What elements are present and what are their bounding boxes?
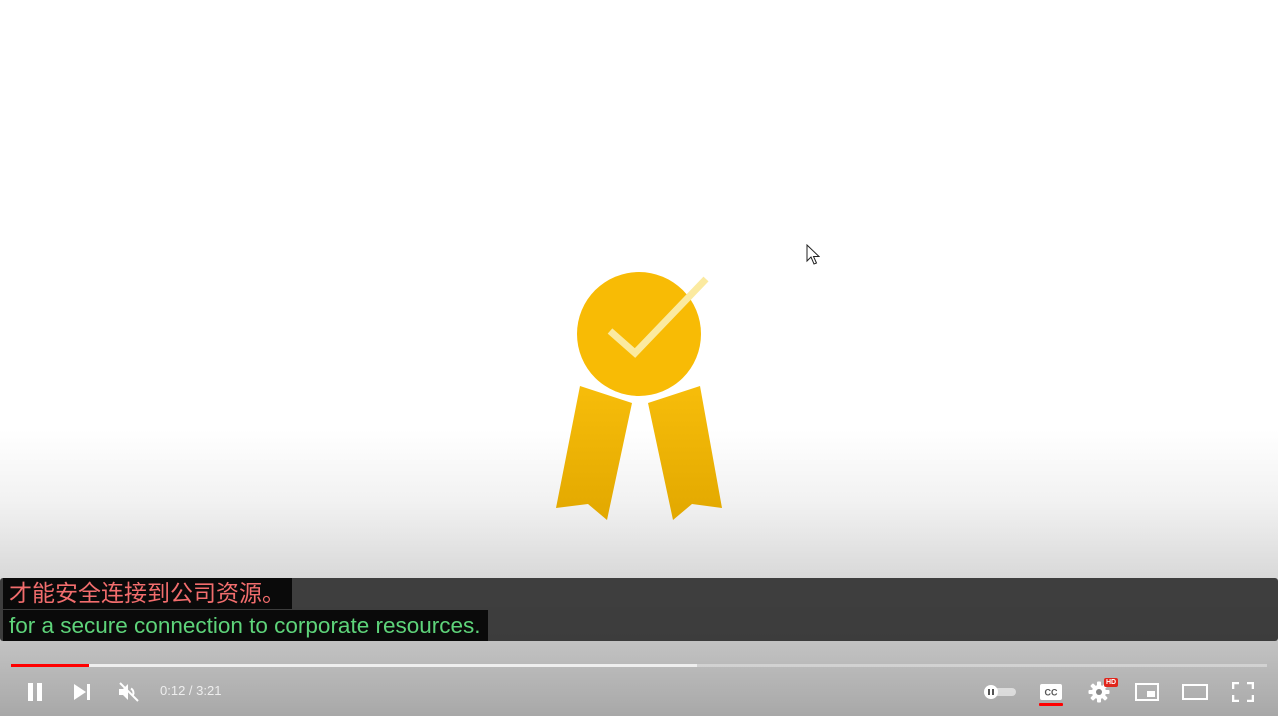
miniplayer-icon xyxy=(1135,683,1159,701)
fullscreen-icon xyxy=(1232,682,1254,702)
pause-button[interactable] xyxy=(17,678,53,706)
miniplayer-button[interactable] xyxy=(1129,678,1165,706)
autoplay-toggle[interactable] xyxy=(980,678,1020,706)
next-button[interactable] xyxy=(64,678,100,706)
next-icon xyxy=(74,684,90,700)
mute-button[interactable] xyxy=(111,678,147,706)
award-ribbon-icon xyxy=(556,268,722,520)
pause-icon xyxy=(28,683,42,701)
autoplay-toggle-icon xyxy=(984,685,1016,699)
captions-active-indicator xyxy=(1039,703,1063,706)
theater-mode-button[interactable] xyxy=(1177,678,1213,706)
time-display: 0:12 / 3:21 xyxy=(160,683,222,698)
progress-bar[interactable] xyxy=(11,664,1267,667)
fullscreen-button[interactable] xyxy=(1225,678,1261,706)
theater-mode-icon xyxy=(1182,684,1208,700)
caption-line-chinese: 才能安全连接到公司资源。 xyxy=(3,578,292,609)
video-player[interactable]: 才能安全连接到公司资源。 for a secure connection to … xyxy=(0,0,1278,716)
caption-line-english: for a secure connection to corporate res… xyxy=(3,610,488,641)
mute-icon xyxy=(119,682,139,702)
svg-text:CC: CC xyxy=(1045,688,1058,698)
captions-icon: CC xyxy=(1040,684,1062,700)
mouse-cursor-icon xyxy=(806,244,820,265)
hd-badge: HD xyxy=(1104,678,1119,687)
progress-buffered xyxy=(11,664,697,667)
progress-played xyxy=(11,664,89,667)
control-bar: 0:12 / 3:21 CC HD xyxy=(0,672,1278,716)
captions-window[interactable]: 才能安全连接到公司资源。 for a secure connection to … xyxy=(0,578,1278,641)
captions-button[interactable]: CC xyxy=(1033,678,1069,706)
